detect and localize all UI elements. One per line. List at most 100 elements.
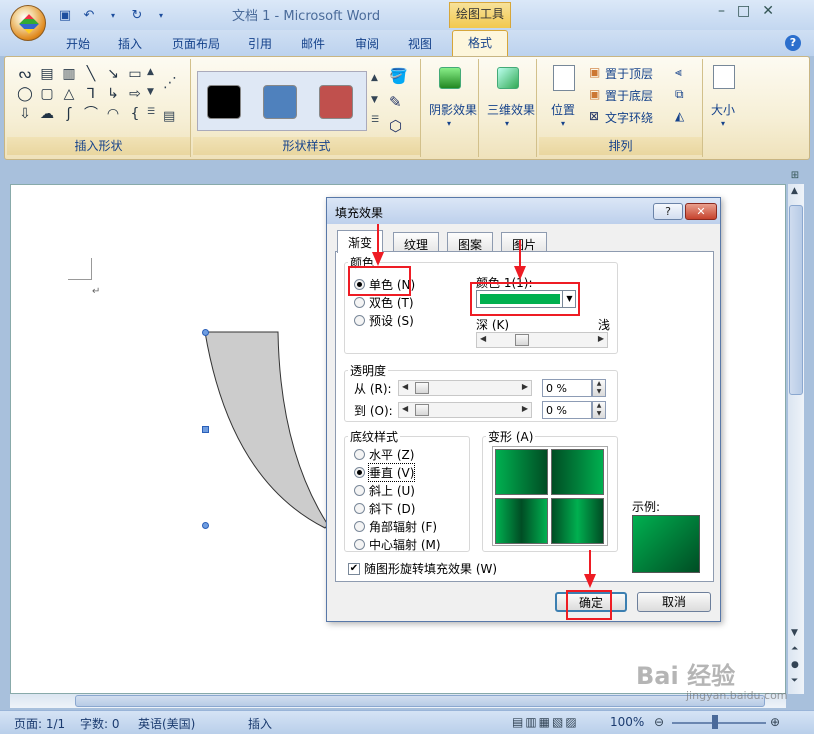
shape-vtextbox-icon[interactable]: ▥ [59, 65, 79, 83]
bring-front-icon[interactable]: ▣ [589, 65, 600, 79]
office-button[interactable] [10, 5, 46, 41]
view-buttons-icon[interactable]: ▤▥▦▧▨ [512, 715, 579, 729]
size-icon[interactable] [713, 65, 735, 89]
page-count[interactable]: 页面: 1/1 [14, 715, 65, 732]
tab-texture[interactable]: 纹理 [393, 232, 440, 252]
3d-dropdown-icon[interactable]: ▾ [505, 119, 509, 128]
shape-roundrect-icon[interactable]: ▢ [37, 85, 57, 103]
3d-effects-button[interactable]: 三维效果 [487, 101, 535, 118]
position-dropdown-icon[interactable]: ▾ [561, 119, 565, 128]
tab-picture[interactable]: 图片 [501, 232, 548, 252]
shape-scribble-icon[interactable]: ʃ [59, 105, 79, 123]
slider-right-icon[interactable]: ▶ [522, 382, 528, 391]
shape-curve-icon[interactable]: ⌒ [81, 105, 101, 123]
gallery-scroll-up-icon[interactable]: ▲ [147, 67, 154, 77]
cancel-button[interactable]: 取消 [637, 592, 711, 612]
to-spinbox[interactable]: 0 % [542, 401, 592, 419]
shape-elbow-arrow-icon[interactable]: ↳ [103, 85, 123, 103]
variant-3[interactable] [495, 498, 548, 544]
bring-to-front-button[interactable]: 置于顶层 [605, 65, 653, 82]
insert-mode[interactable]: 插入 [248, 715, 272, 732]
dialog-close-button[interactable]: ✕ [685, 203, 717, 220]
text-wrapping-button[interactable]: 文字环绕 [605, 109, 653, 126]
send-back-icon[interactable]: ▣ [589, 87, 600, 101]
minimize-button[interactable]: – [718, 3, 725, 19]
zoom-level[interactable]: 100% [610, 715, 644, 729]
shape-right-arrow-icon[interactable]: ⇨ [125, 85, 145, 103]
tab-references[interactable]: 引用 [248, 35, 272, 52]
save-icon[interactable]: ▣ [56, 7, 74, 25]
line-color-icon[interactable]: ✎ [389, 93, 402, 111]
from-thumb[interactable] [415, 382, 429, 394]
radio-two-colors[interactable]: 双色 (T) [354, 294, 414, 311]
help-icon[interactable]: ? [785, 35, 801, 51]
tab-review[interactable]: 审阅 [355, 35, 379, 52]
browse-object-icon[interactable]: ● [791, 660, 799, 670]
scroll-up-icon[interactable]: ▲ [791, 186, 798, 196]
size-button[interactable]: 大小 [711, 101, 735, 118]
rotate-icon[interactable]: ◭ [675, 109, 684, 123]
shape-textbox-icon[interactable]: ▤ [37, 65, 57, 83]
language-indicator[interactable]: 英语(美国) [138, 715, 195, 732]
shape-line-icon[interactable]: ╲ [81, 65, 101, 83]
zoom-slider[interactable] [672, 722, 766, 724]
shape-down-arrow-icon[interactable]: ⇩ [15, 105, 35, 123]
shape-handle-top[interactable] [202, 329, 209, 336]
scroll-down-icon[interactable]: ▼ [791, 628, 798, 638]
close-button[interactable]: ✕ [762, 3, 774, 19]
variant-4[interactable] [551, 498, 604, 544]
size-dropdown-icon[interactable]: ▾ [721, 119, 725, 128]
shape-arc-icon[interactable]: ◠ [103, 105, 123, 123]
to-thumb[interactable] [415, 404, 429, 416]
arc-shape[interactable] [200, 330, 330, 530]
to-spin-buttons[interactable]: ▲ ▼ [592, 401, 606, 419]
shading-option[interactable]: 角部辐射 (F) [354, 518, 437, 535]
shape-handle-bottom[interactable] [202, 522, 209, 529]
shape-arrow-line-icon[interactable]: ↘ [103, 65, 123, 83]
tab-view[interactable]: 视图 [408, 35, 432, 52]
dropdown-icon[interactable]: ▾ [104, 7, 122, 25]
shape-rect-icon[interactable]: ▭ [125, 65, 145, 83]
zoom-slider-thumb[interactable] [712, 715, 718, 729]
ruler-toggle-icon[interactable]: ⊞ [788, 170, 802, 184]
shape-elbow-icon[interactable]: ⅂ [81, 85, 101, 103]
style-swatch-black[interactable] [207, 85, 241, 119]
3d-effects-icon[interactable] [497, 67, 519, 89]
next-page-icon[interactable]: ⏷ [791, 676, 798, 686]
shape-gallery[interactable]: ᔓ ▤ ▥ ╲ ↘ ▭ ◯ ▢ △ ⅂ ↳ ⇨ ⇩ ☁ ʃ ⌒ ◠ { [15, 65, 141, 123]
vertical-scroll-thumb[interactable] [789, 205, 803, 395]
styles-scroll-up-icon[interactable]: ▲ [371, 73, 378, 83]
send-to-back-button[interactable]: 置于底层 [605, 87, 653, 104]
dark-light-thumb[interactable] [515, 334, 529, 346]
shadow-effects-button[interactable]: 阴影效果 [429, 101, 477, 118]
from-spinbox[interactable]: 0 % [542, 379, 592, 397]
shading-option[interactable]: 垂直 (V) [354, 463, 416, 482]
tab-insert[interactable]: 插入 [118, 35, 142, 52]
dialog-help-button[interactable]: ? [653, 203, 683, 220]
word-count[interactable]: 字数: 0 [80, 715, 120, 732]
shape-freeform-icon[interactable]: ᔓ [15, 65, 35, 83]
slider-left-icon[interactable]: ◀ [402, 382, 408, 391]
shading-option[interactable]: 水平 (Z) [354, 446, 414, 463]
shape-triangle-icon[interactable]: △ [59, 85, 79, 103]
variant-1[interactable] [495, 449, 548, 495]
customize-qat-icon[interactable]: ▾ [152, 7, 170, 25]
undo-icon[interactable]: ↶ [80, 7, 98, 25]
radio-preset[interactable]: 预设 (S) [354, 312, 414, 329]
align-icon[interactable]: ⫷ [675, 65, 682, 80]
style-swatch-blue[interactable] [263, 85, 297, 119]
change-shape-icon[interactable]: ⬡ [389, 117, 402, 135]
gallery-scroll-down-icon[interactable]: ▼ [147, 87, 154, 97]
group-icon[interactable]: ⧉ [675, 87, 684, 102]
tab-format[interactable]: 格式 [452, 30, 508, 57]
shading-option[interactable]: 斜上 (U) [354, 482, 415, 499]
zoom-in-icon[interactable]: ⊕ [770, 715, 780, 729]
shadow-dropdown-icon[interactable]: ▾ [447, 119, 451, 128]
variant-2[interactable] [551, 449, 604, 495]
tab-page-layout[interactable]: 页面布局 [172, 35, 220, 52]
maximize-button[interactable]: □ [737, 3, 750, 19]
position-button[interactable]: 位置 [551, 101, 575, 118]
prev-page-icon[interactable]: ⏶ [791, 644, 798, 654]
fill-color-icon[interactable]: 🪣 [389, 67, 408, 85]
style-swatch-red[interactable] [319, 85, 353, 119]
